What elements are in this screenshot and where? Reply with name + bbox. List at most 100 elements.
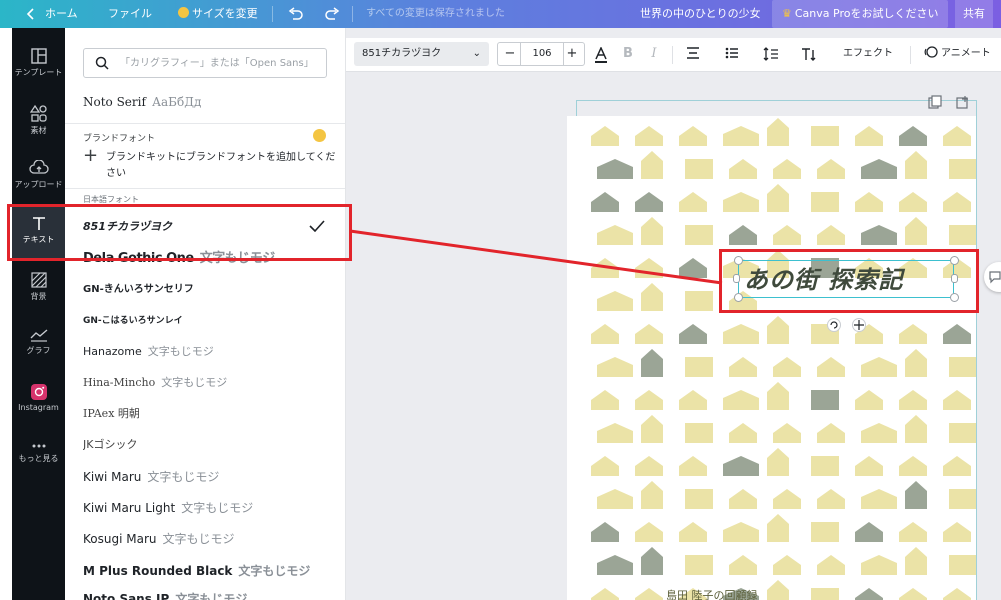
- file-menu[interactable]: ファイル: [108, 0, 152, 28]
- font-sample: 文字もじモジ: [162, 532, 235, 546]
- font-item[interactable]: GN-こはるいろサンレイ: [83, 310, 338, 332]
- font-dropdown[interactable]: 851チカラヅヨク ⌄: [354, 42, 489, 66]
- align-button[interactable]: [682, 42, 704, 66]
- house-shape: [685, 357, 713, 377]
- house-shape: [635, 390, 663, 410]
- house-shape: [905, 217, 927, 245]
- increase-size-button[interactable]: +: [562, 43, 582, 65]
- house-shape: [597, 489, 633, 509]
- line-spacing-icon: [763, 47, 778, 61]
- house-shape: [723, 126, 759, 146]
- house-shape: [591, 522, 619, 542]
- house-shape: [641, 151, 663, 179]
- house-shape: [905, 547, 927, 575]
- house-shape: [811, 192, 839, 212]
- font-item[interactable]: GN-きんいろサンセリフ: [83, 279, 338, 301]
- house-shape: [635, 522, 663, 542]
- home-button[interactable]: ホーム: [45, 0, 78, 28]
- save-status: すべての変更は保存されました: [366, 8, 505, 19]
- font-item-noto-serif[interactable]: Noto Serif АаБбДд: [83, 91, 338, 113]
- chevron-left-icon[interactable]: [26, 8, 34, 20]
- move-icon[interactable]: [852, 318, 866, 332]
- bold-button[interactable]: B: [618, 42, 638, 66]
- duplicate-page-icon[interactable]: [928, 95, 942, 109]
- design-subtitle[interactable]: 島田 陸子の回顧録: [666, 587, 758, 600]
- nav-elements[interactable]: 素材: [12, 94, 65, 150]
- house-shape: [679, 324, 707, 344]
- house-shape: [597, 357, 633, 377]
- house-shape: [679, 456, 707, 476]
- animate-button[interactable]: アニメート: [920, 42, 1000, 66]
- house-shape: [855, 390, 883, 410]
- add-page-icon[interactable]: [956, 95, 970, 109]
- house-shape: [685, 291, 713, 311]
- text-color-button[interactable]: [590, 42, 612, 66]
- font-size-value[interactable]: 106: [520, 43, 564, 65]
- font-search-input[interactable]: [120, 54, 320, 72]
- try-pro-button[interactable]: ♛ Canva Proをお試しください: [772, 0, 949, 28]
- font-item[interactable]: IPAex 明朝: [83, 403, 338, 425]
- font-size-stepper: − 106 +: [497, 42, 585, 66]
- nav-uploads[interactable]: アップロード: [12, 150, 65, 206]
- nav-instagram[interactable]: Instagram: [12, 374, 65, 430]
- house-shape: [943, 192, 971, 212]
- effects-button[interactable]: エフェクト: [838, 42, 898, 66]
- font-name: IPAex 明朝: [83, 407, 140, 420]
- font-item[interactable]: Kiwi Maru Light 文字もじモジ: [83, 497, 338, 519]
- design-page[interactable]: [567, 116, 976, 600]
- font-item[interactable]: M Plus Rounded Black 文字もじモジ: [83, 560, 338, 582]
- italic-button[interactable]: I: [644, 42, 664, 66]
- decrease-size-button[interactable]: −: [500, 43, 520, 65]
- house-shape: [949, 489, 976, 509]
- nav-templates[interactable]: テンプレート: [12, 38, 65, 94]
- house-shape: [949, 423, 976, 443]
- font-search-box[interactable]: [83, 48, 327, 78]
- list-button[interactable]: [721, 42, 743, 66]
- font-name: Noto Sans JP: [83, 592, 170, 600]
- font-item[interactable]: Noto Sans JP 文字もじモジ: [83, 590, 338, 600]
- house-shape: [679, 126, 707, 146]
- resize-button[interactable]: サイズを変更: [178, 0, 258, 28]
- house-shape: [811, 522, 839, 542]
- nav-more[interactable]: もっと見る: [12, 432, 65, 488]
- house-shape: [811, 456, 839, 476]
- font-item[interactable]: Kosugi Maru 文字もじモジ: [83, 528, 338, 550]
- house-shape: [591, 588, 619, 600]
- house-shape: [723, 456, 759, 476]
- document-title[interactable]: 世界の中のひとりの少女: [640, 0, 761, 28]
- house-shape: [861, 489, 897, 509]
- top-bar: ホーム ファイル サイズを変更 すべての変更は保存されました 世界の中のひとりの…: [0, 0, 1001, 28]
- house-shape: [943, 522, 971, 542]
- house-shape: [773, 159, 801, 179]
- font-name: JKゴシック: [83, 438, 138, 451]
- house-shape: [685, 159, 713, 179]
- house-shape: [729, 489, 757, 509]
- font-item[interactable]: Kiwi Maru 文字もじモジ: [83, 466, 338, 488]
- vertical-text-icon: [802, 48, 816, 61]
- spacing-button[interactable]: [760, 42, 782, 66]
- nav-background[interactable]: 背景: [12, 262, 65, 318]
- house-shape: [635, 588, 663, 600]
- brand-fonts-heading: ブランドフォント: [83, 134, 156, 144]
- undo-icon[interactable]: [288, 7, 304, 21]
- font-item[interactable]: JKゴシック: [83, 434, 338, 456]
- house-shape: [591, 126, 619, 146]
- background-icon: [30, 272, 47, 288]
- vertical-text-button[interactable]: [798, 42, 820, 66]
- nav-uploads-label: アップロード: [14, 180, 63, 189]
- font-item[interactable]: Hanazome 文字もじモジ: [83, 341, 338, 363]
- nav-charts[interactable]: グラフ: [12, 318, 65, 374]
- redo-icon[interactable]: [324, 7, 340, 21]
- house-shape: [817, 423, 845, 443]
- font-name: Kiwi Maru Light: [83, 501, 176, 515]
- share-button[interactable]: 共有: [955, 0, 993, 28]
- house-shape: [899, 522, 927, 542]
- highlight-box-title: [719, 249, 979, 313]
- house-shape: [943, 126, 971, 146]
- align-center-icon: [687, 47, 699, 59]
- instagram-icon: [30, 384, 47, 400]
- rotate-icon[interactable]: [827, 318, 841, 332]
- house-shape: [949, 225, 976, 245]
- font-item[interactable]: Hina-Mincho 文字もじモジ: [83, 372, 338, 394]
- divider: [352, 6, 353, 22]
